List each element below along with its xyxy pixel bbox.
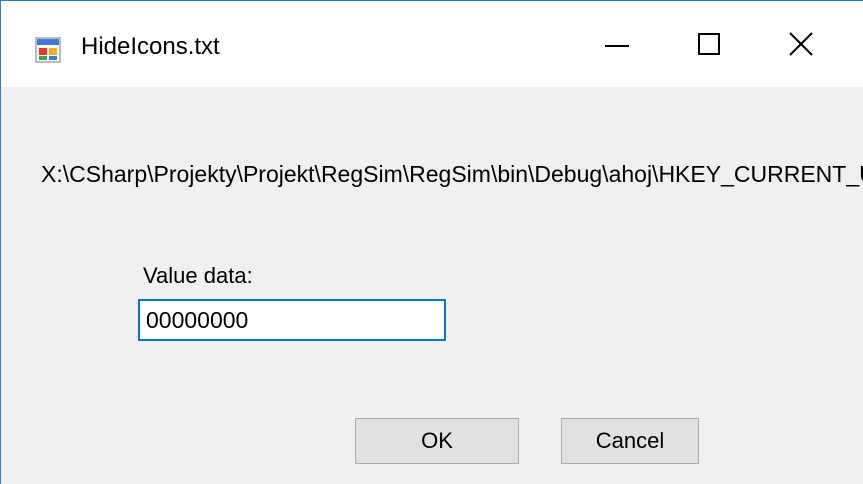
window-title: HideIcons.txt [81, 33, 220, 60]
minimize-button[interactable] [571, 1, 663, 87]
close-button[interactable] [755, 1, 847, 87]
cancel-button[interactable]: Cancel [561, 418, 699, 464]
maximize-icon [698, 33, 720, 55]
form-window-icon [35, 37, 61, 63]
value-data-label: Value data: [143, 263, 253, 288]
maximize-button[interactable] [663, 1, 755, 87]
minimize-icon [605, 45, 629, 47]
value-data-input[interactable] [138, 299, 446, 341]
registry-path-label: X:\CSharp\Projekty\Projekt\RegSim\RegSim… [41, 161, 863, 187]
close-icon [789, 32, 813, 56]
title-bar[interactable]: HideIcons.txt [1, 1, 863, 87]
dialog-window: HideIcons.txt X:\CSharp\Projekty\Projekt… [0, 0, 863, 484]
ok-button[interactable]: OK [355, 418, 519, 464]
